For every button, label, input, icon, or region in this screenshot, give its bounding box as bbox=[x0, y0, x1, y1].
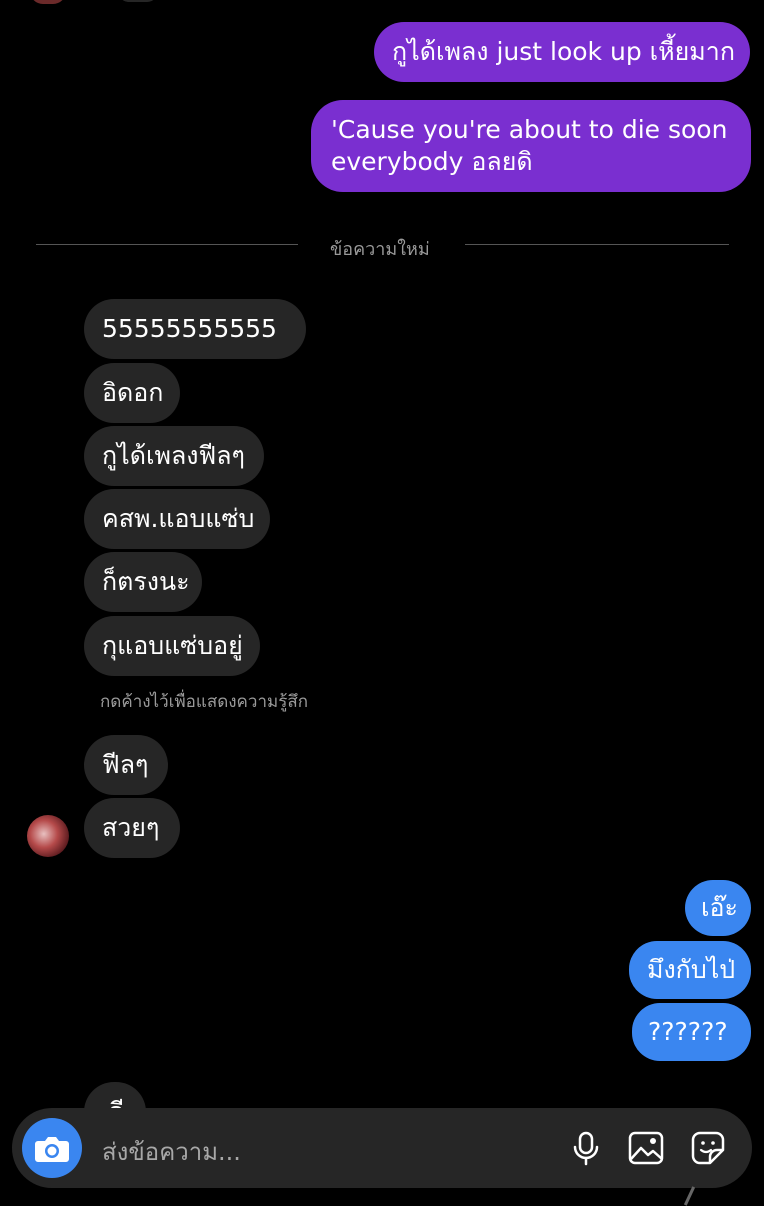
message-text: กูได้เพลง just look up เหี้ยมาก bbox=[392, 37, 735, 66]
message-text: คสพ.แอบแซ่บ bbox=[102, 504, 255, 533]
message-received[interactable]: กุแอบแซ่บอยู่ bbox=[84, 616, 260, 676]
gallery-button[interactable] bbox=[626, 1128, 666, 1168]
message-text-line: everybody อลยดิ bbox=[331, 147, 533, 176]
camera-icon bbox=[35, 1137, 69, 1162]
message-text: กุแอบแซ่บอยู่ bbox=[102, 631, 243, 660]
message-input[interactable]: ส่งข้อความ... bbox=[102, 1132, 241, 1171]
message-sent[interactable]: กูได้เพลง just look up เหี้ยมาก bbox=[374, 22, 750, 82]
gallery-icon bbox=[628, 1131, 664, 1165]
message-text: ฟีลๆ bbox=[102, 750, 149, 779]
message-sent[interactable]: ?????? bbox=[632, 1003, 751, 1061]
message-sent[interactable]: 'Cause you're about to die soon everybod… bbox=[311, 100, 751, 192]
message-text: ก็ตรงนะ bbox=[102, 567, 190, 596]
message-received[interactable]: กูได้เพลงฟีลๆ bbox=[84, 426, 264, 486]
reaction-hint: กดค้างไว้เพื่อแสดงความรู้สึก bbox=[100, 692, 309, 712]
partial-avatar-top bbox=[30, 0, 66, 4]
message-text-line: 'Cause you're about to die soon bbox=[331, 115, 728, 144]
message-text: อิดอก bbox=[102, 378, 164, 407]
partial-bubble-top bbox=[118, 0, 158, 2]
new-messages-label: ข้อความใหม่ bbox=[330, 239, 430, 260]
camera-button[interactable] bbox=[22, 1118, 82, 1178]
avatar[interactable] bbox=[27, 815, 69, 857]
message-text: เอ๊ะ bbox=[701, 893, 738, 922]
message-sent[interactable]: มึงกับไป่ bbox=[629, 941, 751, 999]
divider-line-right bbox=[465, 244, 729, 245]
scroll-indicator bbox=[683, 1186, 696, 1206]
message-received[interactable]: ก็ตรงนะ bbox=[84, 552, 202, 612]
message-text: 55555555555 bbox=[102, 314, 277, 343]
message-sent[interactable]: เอ๊ะ bbox=[685, 880, 751, 936]
message-text: ?????? bbox=[648, 1017, 728, 1046]
message-received[interactable]: คสพ.แอบแซ่บ bbox=[84, 489, 270, 549]
message-received[interactable]: ฟีลๆ bbox=[84, 735, 168, 795]
microphone-button[interactable] bbox=[566, 1128, 606, 1168]
message-received[interactable]: 55555555555 bbox=[84, 299, 306, 359]
message-received[interactable]: อิดอก bbox=[84, 363, 180, 423]
sticker-button[interactable] bbox=[688, 1128, 728, 1168]
message-received[interactable]: สวยๆ bbox=[84, 798, 180, 858]
message-composer: ส่งข้อความ... bbox=[12, 1108, 752, 1188]
divider-line-left bbox=[36, 244, 298, 245]
sticker-icon bbox=[691, 1131, 725, 1165]
message-text: กูได้เพลงฟีลๆ bbox=[102, 441, 245, 470]
message-text: มึงกับไป่ bbox=[647, 955, 736, 984]
message-text: สวยๆ bbox=[102, 813, 160, 842]
microphone-icon bbox=[573, 1131, 599, 1166]
